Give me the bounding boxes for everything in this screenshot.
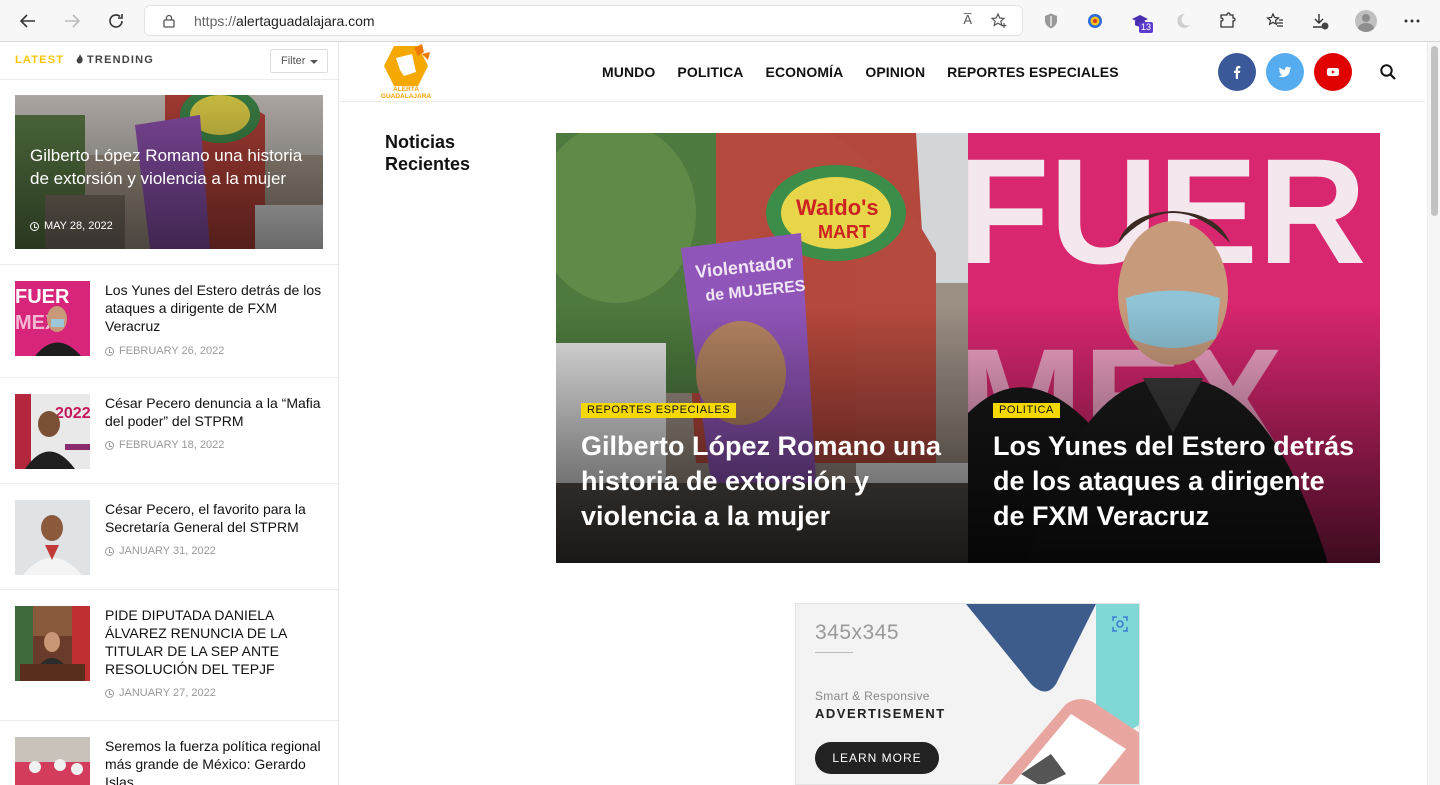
youtube-button[interactable] (1314, 53, 1352, 91)
visual-search-icon[interactable] (1111, 615, 1129, 633)
article-title[interactable]: Los Yunes del Estero detrás de los ataqu… (105, 281, 327, 335)
color-extension-icon[interactable] (1085, 11, 1105, 31)
list-item[interactable]: PIDE DIPUTADA DANIELA ÁLVAREZ RENUNCIA D… (0, 589, 338, 721)
clock-icon (105, 346, 114, 356)
clock-icon (105, 688, 114, 698)
category-badge[interactable]: POLITICA (993, 403, 1060, 418)
article-date-text: FEBRUARY 18, 2022 (119, 439, 225, 451)
article-date-text: JANUARY 31, 2022 (119, 545, 216, 557)
twitter-button[interactable] (1266, 53, 1304, 91)
svg-text:FUER: FUER (15, 286, 70, 308)
back-icon[interactable] (16, 9, 40, 33)
logo-line-2: GUADALAJARA (380, 93, 432, 100)
logo-line-1: ALERTA (393, 86, 419, 93)
article-title[interactable]: César Pecero, el favorito para la Secret… (105, 500, 327, 536)
read-aloud-icon[interactable]: A̅ (963, 12, 972, 27)
tab-trending-label: TRENDING (87, 54, 155, 66)
list-item[interactable]: 2022 César Pecero denuncia a la “Mafia d… (0, 377, 338, 484)
favorites-icon[interactable] (1265, 11, 1285, 31)
address-bar[interactable]: https://alertaguadalajara.com A̅ (144, 5, 1023, 36)
ad-subtitle: Smart & Responsive (815, 689, 930, 703)
clock-icon (30, 221, 39, 231)
list-item[interactable]: César Pecero, el favorito para la Secret… (0, 483, 338, 590)
twitter-icon (1278, 66, 1292, 78)
chevron-down-icon (310, 60, 318, 64)
browser-toolbar: https://alertaguadalajara.com A̅ 13 (0, 0, 1440, 42)
clock-icon (105, 440, 114, 450)
flame-icon (76, 54, 83, 64)
filter-label: Filter (281, 55, 306, 67)
news-sidebar: LATEST TRENDING Filter Gilberto López Ro… (0, 42, 339, 785)
more-menu-icon[interactable] (1402, 11, 1422, 31)
url-text: https://alertaguadalajara.com (194, 13, 375, 29)
nav-mundo[interactable]: MUNDO (602, 64, 655, 80)
nav-opinion[interactable]: OPINION (865, 64, 925, 80)
article-date: FEBRUARY 18, 2022 (105, 439, 224, 451)
advertisement-banner[interactable]: 345x345 Smart & Responsive ADVERTISEMENT… (795, 603, 1140, 785)
article-date: JANUARY 31, 2022 (105, 545, 216, 557)
article-date: JANUARY 27, 2022 (105, 687, 216, 699)
article-title[interactable]: Seremos la fuerza política regional más … (105, 737, 327, 785)
ad-size-label: 345x345 (815, 621, 900, 644)
sidebar-hero-article[interactable]: Gilberto López Romano una historia de ex… (15, 95, 323, 249)
section-title: Noticias Recientes (385, 132, 471, 174)
extension-badge: 13 (1139, 22, 1154, 33)
forward-icon[interactable] (60, 9, 84, 33)
feature-article-1[interactable]: Waldo's MART Violentador de MUJERES REPO… (556, 133, 968, 563)
filter-dropdown[interactable]: Filter (270, 49, 328, 73)
tab-trending[interactable]: TRENDING (76, 54, 154, 66)
category-badge[interactable]: REPORTES ESPECIALES (581, 403, 737, 418)
article-thumbnail (15, 737, 90, 785)
sidebar-hero-date: MAY 28, 2022 (30, 220, 113, 232)
add-favorite-icon[interactable] (990, 12, 1008, 30)
ad-divider (815, 652, 853, 653)
article-thumbnail: FUER MEX (15, 281, 90, 356)
refresh-icon[interactable] (104, 9, 128, 33)
feature-title[interactable]: Los Yunes del Estero detrás de los ataqu… (993, 429, 1363, 534)
feature-title[interactable]: Gilberto López Romano una historia de ex… (581, 429, 951, 534)
tab-latest[interactable]: LATEST (15, 54, 64, 66)
article-date-text: JANUARY 27, 2022 (119, 687, 216, 699)
shield-extension-icon[interactable] (1041, 11, 1061, 31)
article-thumbnail (15, 606, 90, 681)
sidebar-hero-title[interactable]: Gilberto López Romano una historia de ex… (30, 144, 315, 190)
facebook-icon (1234, 66, 1241, 79)
site-logo[interactable]: ALERTA GUADALAJARA (374, 44, 438, 100)
feature-article-2[interactable]: FUER MEX POLITICA Los Yunes del Estero d… (968, 133, 1380, 563)
ad-headline: ADVERTISEMENT (815, 706, 946, 721)
search-icon[interactable] (1379, 63, 1397, 81)
downloads-icon[interactable] (1310, 11, 1330, 31)
page-scrollbar[interactable] (1427, 42, 1440, 785)
youtube-icon (1327, 68, 1339, 76)
lock-icon (163, 14, 175, 28)
puzzle-extensions-icon[interactable] (1217, 11, 1237, 31)
scrollbar-thumb[interactable] (1431, 46, 1438, 216)
list-item[interactable]: FUER MEX Los Yunes del Estero detrás de … (0, 264, 338, 378)
site-header: ALERTA GUADALAJARA MUNDO POLITICA ECONOM… (340, 42, 1425, 102)
profile-avatar[interactable] (1355, 10, 1377, 32)
article-title[interactable]: César Pecero denuncia a la “Mafia del po… (105, 394, 327, 430)
article-thumbnail: 2022 (15, 394, 90, 469)
sidebar-hero-date-text: MAY 28, 2022 (44, 220, 113, 232)
article-thumbnail (15, 500, 90, 575)
sidebar-tabs: LATEST TRENDING Filter (0, 42, 338, 80)
nav-reportes-especiales[interactable]: REPORTES ESPECIALES (947, 64, 1119, 80)
clock-icon (105, 546, 114, 556)
list-item[interactable]: Seremos la fuerza política regional más … (0, 720, 338, 785)
nav-economia[interactable]: ECONOMÍA (766, 64, 844, 80)
article-title[interactable]: PIDE DIPUTADA DANIELA ÁLVAREZ RENUNCIA D… (105, 606, 327, 678)
article-date: FEBRUARY 26, 2022 (105, 345, 224, 357)
facebook-button[interactable] (1218, 53, 1256, 91)
logo-emblem (384, 44, 430, 86)
main-navigation: MUNDO POLITICA ECONOMÍA OPINION REPORTES… (602, 64, 1119, 80)
logo-text: ALERTA GUADALAJARA (374, 86, 438, 100)
svg-text:2022: 2022 (55, 405, 90, 422)
learn-more-button[interactable]: LEARN MORE (815, 742, 939, 774)
article-date-text: FEBRUARY 26, 2022 (119, 345, 225, 357)
moon-extension-icon[interactable] (1173, 11, 1193, 31)
nav-politica[interactable]: POLITICA (677, 64, 743, 80)
